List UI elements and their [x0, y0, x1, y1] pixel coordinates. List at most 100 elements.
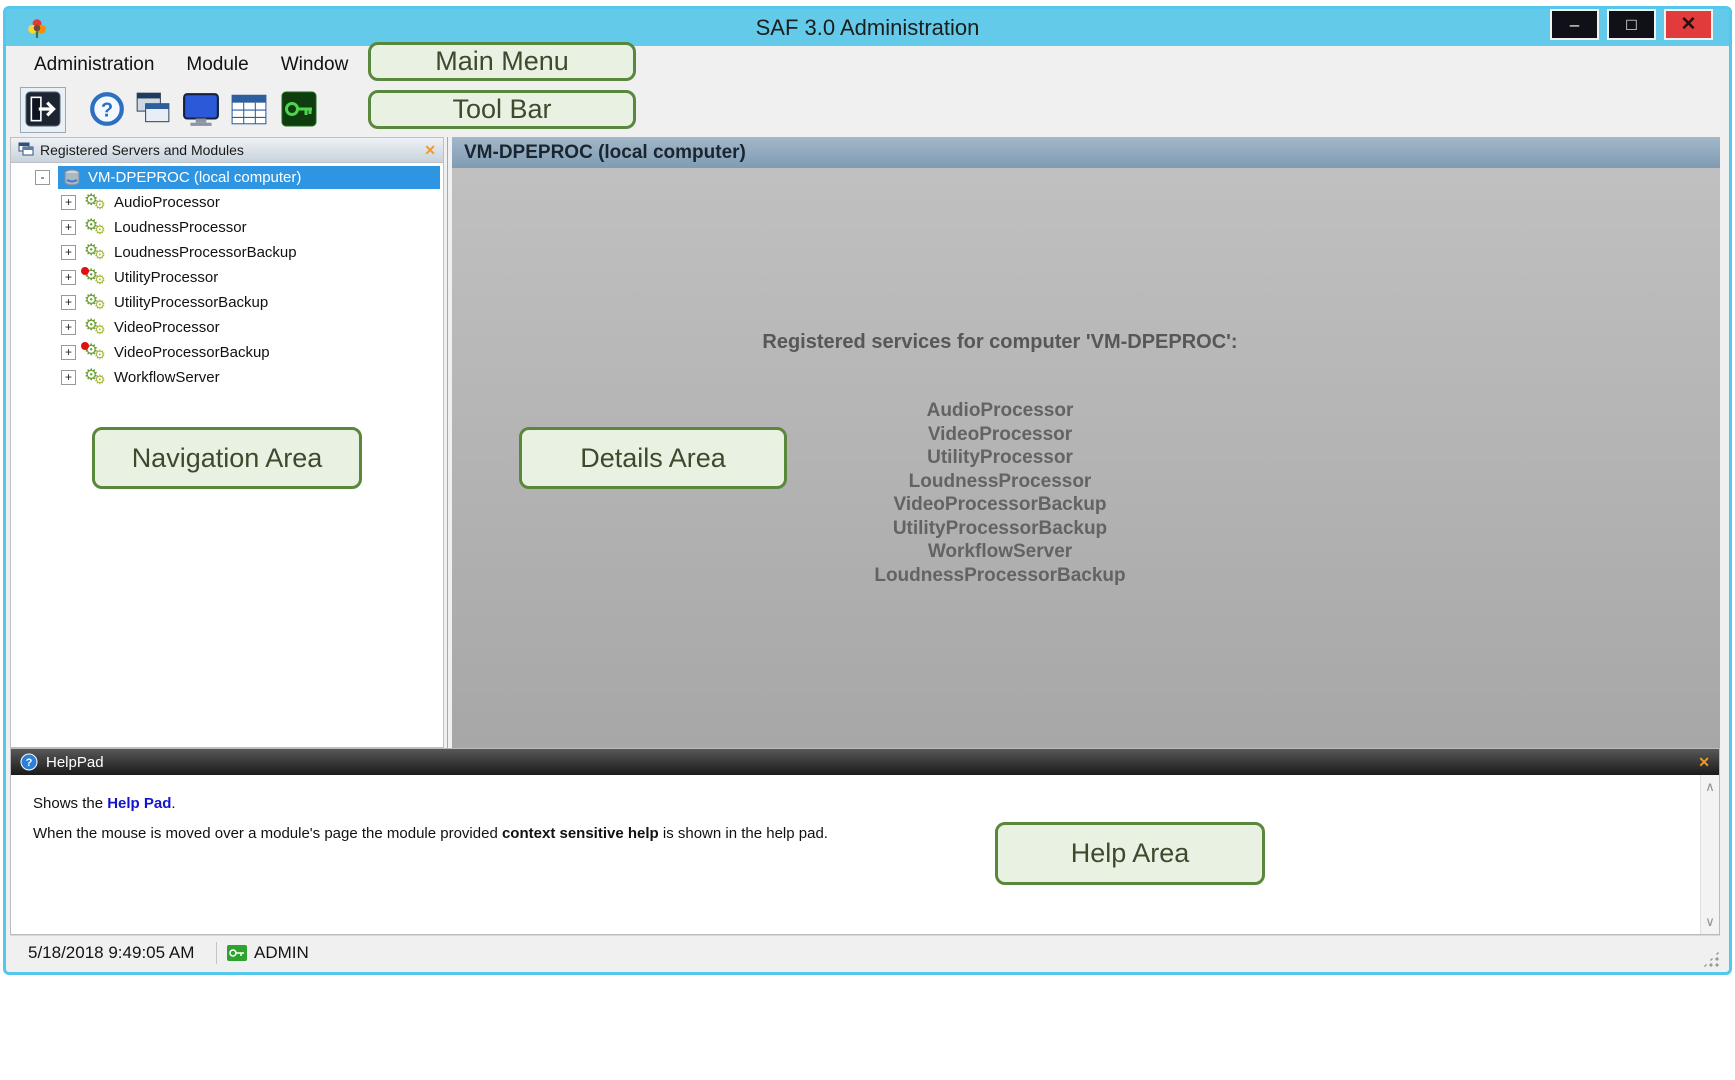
- menu-administration[interactable]: Administration: [34, 54, 154, 76]
- servers-button[interactable]: [130, 87, 176, 133]
- helppad-header: ? HelpPad ✕: [11, 749, 1719, 775]
- helppad-text: .: [171, 795, 175, 812]
- maximize-button[interactable]: □: [1607, 9, 1656, 40]
- service-name: AudioProcessor: [452, 399, 1548, 423]
- navigation-close-icon[interactable]: ✕: [424, 142, 436, 159]
- tree-item-root-server[interactable]: - VM-DPEPROC (local computer): [11, 165, 443, 190]
- resize-grip[interactable]: [1702, 950, 1720, 968]
- helppad-line-2: When the mouse is moved over a module's …: [33, 825, 828, 842]
- status-separator: [216, 942, 217, 964]
- alert-dot-icon: [81, 342, 89, 350]
- navigation-header-title: Registered Servers and Modules: [40, 142, 418, 158]
- service-name: VideoProcessorBackup: [452, 493, 1548, 517]
- annotation-details-area: Details Area: [519, 427, 787, 489]
- helppad-button[interactable]: ?: [84, 87, 130, 133]
- helppad-close-icon[interactable]: ✕: [1698, 754, 1710, 771]
- tree-item-workflowserver[interactable]: + ⚙⚙ WorkflowServer: [11, 365, 443, 390]
- nav-tree-children: +⚙⚙AudioProcessor+⚙⚙LoudnessProcessor+⚙⚙…: [11, 190, 443, 390]
- svg-text:?: ?: [101, 99, 113, 121]
- tree-item-label: VM-DPEPROC (local computer): [88, 169, 301, 186]
- details-header-title: VM-DPEPROC (local computer): [464, 142, 746, 163]
- selected-tree-item[interactable]: VM-DPEPROC (local computer): [58, 166, 440, 189]
- details-header: VM-DPEPROC (local computer): [452, 137, 1720, 168]
- tree-item-label: UtilityProcessorBackup: [114, 294, 268, 311]
- key-icon: [281, 91, 317, 130]
- status-bar: 5/18/2018 9:49:05 AM ADMIN: [10, 935, 1720, 969]
- tree-item-label: LoudnessProcessorBackup: [114, 244, 297, 261]
- annotation-tool-bar: Tool Bar: [368, 90, 636, 129]
- expand-icon[interactable]: +: [61, 220, 76, 235]
- expand-icon[interactable]: +: [61, 270, 76, 285]
- monitor-icon: [182, 90, 220, 131]
- tree-item-label: VideoProcessor: [114, 319, 220, 336]
- helppad-text-bold: context sensitive help: [502, 825, 659, 842]
- module-gears-icon: ⚙⚙: [84, 368, 108, 388]
- module-gears-icon: ⚙⚙: [84, 343, 108, 363]
- exit-button[interactable]: [20, 87, 66, 133]
- login-button[interactable]: [276, 87, 322, 133]
- service-name: WorkflowServer: [452, 540, 1548, 564]
- modules-grid-icon: [230, 90, 268, 131]
- module-gears-icon: ⚙⚙: [84, 243, 108, 263]
- modules-button[interactable]: [226, 87, 272, 133]
- tree-item-label: VideoProcessorBackup: [114, 344, 270, 361]
- tree-item-utilityprocessor[interactable]: +⚙⚙UtilityProcessor: [11, 265, 443, 290]
- panel-splitter[interactable]: [444, 137, 452, 748]
- window-controls: – □ ✕: [1550, 9, 1713, 40]
- monitor-button[interactable]: [178, 87, 224, 133]
- key-icon: [227, 945, 247, 961]
- menu-bar: Administration Module Window ?: [6, 46, 1729, 83]
- navigation-header: Registered Servers and Modules ✕: [11, 138, 443, 163]
- server-tree: - VM-DPEPROC (local computer) +⚙⚙AudioPr…: [11, 163, 443, 390]
- tree-item-loudnessprocessor[interactable]: +⚙⚙LoudnessProcessor: [11, 215, 443, 240]
- expand-icon[interactable]: +: [61, 320, 76, 335]
- helppad-text: Shows the: [33, 795, 107, 812]
- servers-icon: [134, 90, 172, 131]
- scroll-up-icon[interactable]: ∧: [1701, 777, 1719, 797]
- tool-bar: ?: [6, 83, 1729, 137]
- status-user: ADMIN: [254, 943, 309, 963]
- expand-icon[interactable]: +: [61, 195, 76, 210]
- collapse-icon[interactable]: -: [35, 170, 50, 185]
- scroll-down-icon[interactable]: ∨: [1701, 912, 1719, 932]
- module-gears-icon: ⚙⚙: [84, 193, 108, 213]
- tree-item-videoprocessor[interactable]: + ⚙⚙ VideoProcessor: [11, 315, 443, 340]
- help-circle-icon: ?: [20, 753, 38, 771]
- helppad-text: is shown in the help pad.: [659, 825, 828, 842]
- svg-text:?: ?: [26, 757, 33, 769]
- menu-window[interactable]: Window: [281, 54, 349, 76]
- tree-item-utilityprocessorbackup[interactable]: +⚙⚙UtilityProcessorBackup: [11, 290, 443, 315]
- helppad-panel: ? HelpPad ✕ Shows the Help Pad. When the…: [10, 748, 1720, 935]
- tree-item-audioprocessor[interactable]: +⚙⚙AudioProcessor: [11, 190, 443, 215]
- tree-item-label: WorkflowServer: [114, 369, 220, 386]
- tree-item-loudnessprocessorbackup[interactable]: + ⚙⚙ LoudnessProcessorBackup: [11, 240, 443, 265]
- help-pad-link[interactable]: Help Pad: [107, 795, 171, 812]
- menu-module[interactable]: Module: [186, 54, 248, 76]
- window-title: SAF 3.0 Administration: [6, 15, 1729, 41]
- close-button[interactable]: ✕: [1664, 9, 1713, 40]
- expand-icon[interactable]: +: [61, 295, 76, 310]
- tree-item-videoprocessorbackup[interactable]: + ⚙⚙ VideoProcessorBackup: [11, 340, 443, 365]
- module-gears-icon: ⚙⚙: [84, 318, 108, 338]
- service-name: UtilityProcessorBackup: [452, 517, 1548, 541]
- annotation-navigation-area: Navigation Area: [92, 427, 362, 489]
- alert-dot-icon: [81, 267, 89, 275]
- service-name: LoudnessProcessorBackup: [452, 564, 1548, 588]
- windows-cascade-icon: [18, 142, 34, 159]
- title-bar: SAF 3.0 Administration: [6, 9, 1729, 46]
- annotation-help-area: Help Area: [995, 822, 1265, 885]
- tree-item-label: LoudnessProcessor: [114, 219, 247, 236]
- expand-icon[interactable]: +: [61, 345, 76, 360]
- services-heading: Registered services for computer 'VM-DPE…: [452, 331, 1548, 354]
- scrollbar[interactable]: ∧ ∨: [1700, 775, 1719, 934]
- helppad-title: HelpPad: [46, 754, 104, 771]
- tree-item-label: UtilityProcessor: [114, 269, 218, 286]
- expand-icon[interactable]: +: [61, 245, 76, 260]
- exit-icon: [25, 91, 61, 130]
- help-icon: ?: [88, 90, 126, 131]
- expand-icon[interactable]: +: [61, 370, 76, 385]
- status-timestamp: 5/18/2018 9:49:05 AM: [10, 943, 206, 963]
- helppad-body: Shows the Help Pad. When the mouse is mo…: [11, 775, 1719, 934]
- minimize-button[interactable]: –: [1550, 9, 1599, 40]
- helppad-line-1: Shows the Help Pad.: [33, 795, 176, 812]
